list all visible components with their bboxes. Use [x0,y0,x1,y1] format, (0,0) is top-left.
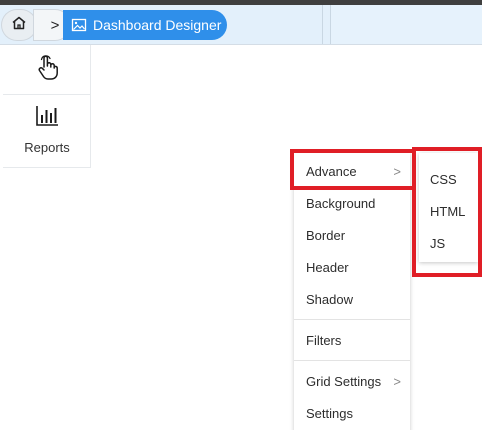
left-rail: Reports [3,45,91,168]
context-menu: Advance > Background Border Header Shado… [294,153,410,430]
header-bar: > Dashboard Designer [0,5,482,45]
menu-item-filters[interactable]: Filters [294,325,410,355]
image-icon [71,17,87,33]
menu-item-border[interactable]: Border [294,220,410,250]
chevron-right-icon: > [393,374,401,389]
chevron-right-icon: > [50,16,60,34]
app-root: > Dashboard Designer Reports Advance > B… [0,0,482,430]
highlight-submenu [412,147,482,277]
menu-item-label: Header [306,259,349,275]
menu-item-shadow[interactable]: Shadow [294,284,410,314]
menu-item-label: Shadow [306,291,353,307]
header-panel-right [330,5,482,45]
home-button[interactable] [2,10,36,40]
rail-pointer-item[interactable] [3,45,91,95]
menu-item-background[interactable]: Background [294,188,410,218]
breadcrumb-label: Dashboard Designer [93,17,222,33]
menu-item-settings[interactable]: Settings [294,398,410,428]
highlight-advance [290,149,416,190]
header-divider [322,5,323,45]
reports-label: Reports [24,140,70,155]
bar-chart-icon [35,105,59,132]
menu-item-label: Border [306,227,346,243]
menu-divider [294,360,410,361]
menu-item-header[interactable]: Header [294,252,410,282]
home-icon [11,15,27,36]
breadcrumb-dashboard-designer[interactable]: Dashboard Designer [63,10,227,40]
menu-item-label: Background [306,195,376,211]
menu-item-label: Grid Settings [306,373,382,389]
menu-divider [294,319,410,320]
rail-reports-item[interactable]: Reports [3,95,91,168]
hand-pointer-icon [34,53,60,86]
menu-item-grid-settings[interactable]: Grid Settings > [294,366,410,396]
menu-item-label: Settings [306,405,353,421]
menu-item-label: Filters [306,332,342,348]
